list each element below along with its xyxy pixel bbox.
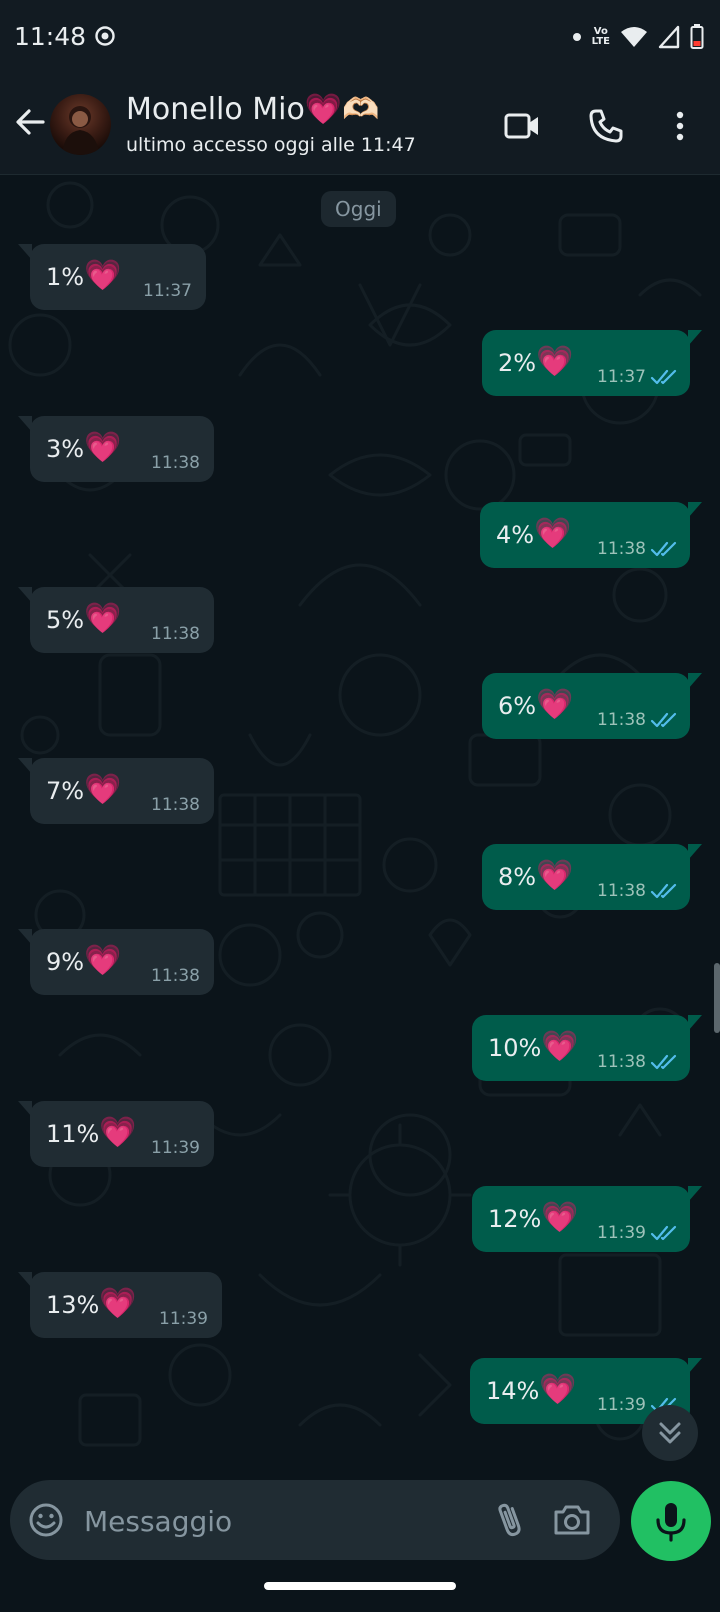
- emoji-icon[interactable]: [26, 1500, 66, 1540]
- heart-emoji: 💗: [536, 344, 574, 379]
- heart-emoji: 💗: [84, 772, 122, 807]
- message-time: 11:38: [151, 966, 200, 986]
- message-text: 8%💗: [498, 858, 574, 893]
- message-outgoing[interactable]: 6%💗 11:38: [482, 673, 702, 739]
- message-outgoing[interactable]: 10%💗 11:38: [472, 1015, 702, 1081]
- scrollbar-thumb[interactable]: [714, 963, 720, 1033]
- message-outgoing[interactable]: 4%💗 11:38: [480, 502, 702, 568]
- scroll-to-bottom-button[interactable]: [642, 1405, 698, 1461]
- message-time: 11:38: [151, 624, 200, 644]
- camera-icon[interactable]: [550, 1498, 594, 1542]
- message-incoming[interactable]: 11%💗 11:39: [18, 1101, 214, 1167]
- message-text: 4%💗: [496, 516, 572, 551]
- message-text: 11%💗: [46, 1115, 137, 1150]
- heart-emoji: 💗: [84, 258, 122, 293]
- message-time: 11:39: [597, 1395, 646, 1415]
- contact-name[interactable]: Monello Mio💗🫶🏻: [126, 92, 380, 127]
- battery-icon: [690, 24, 704, 49]
- message-text: 9%💗: [46, 943, 122, 978]
- message-composer: [10, 1480, 620, 1560]
- message-time: 11:37: [597, 367, 646, 387]
- dot-icon: [572, 33, 581, 41]
- heart-emoji: 💗: [541, 1200, 579, 1235]
- chat-area[interactable]: Oggi 1%💗 11:37 2%💗 11:37 3%💗 11:38 4%💗 1…: [0, 175, 720, 1477]
- phone-icon[interactable]: [584, 104, 628, 148]
- message-text: 2%💗: [498, 344, 574, 379]
- double-check-icon: [650, 712, 677, 728]
- message-time: 11:38: [597, 710, 646, 730]
- home-gesture-handle[interactable]: [264, 1582, 456, 1590]
- double-check-icon: [650, 1054, 677, 1070]
- message-text: 6%💗: [498, 687, 574, 722]
- chat-header: Monello Mio💗🫶🏻 ultimo accesso oggi alle …: [0, 78, 720, 175]
- heart-emoji: 💗: [534, 516, 572, 551]
- heart-emoji: 💗: [541, 1029, 579, 1064]
- message-input[interactable]: [82, 1498, 466, 1544]
- message-outgoing[interactable]: 8%💗 11:38: [482, 844, 702, 910]
- status-time: 11:48: [14, 22, 87, 51]
- back-arrow-icon[interactable]: [10, 102, 50, 142]
- message-text: 3%💗: [46, 430, 122, 465]
- message-text: 12%💗: [488, 1200, 579, 1235]
- message-time: 11:38: [597, 881, 646, 901]
- message-time: 11:38: [597, 1052, 646, 1072]
- double-check-icon: [650, 883, 677, 899]
- double-chevron-down-icon: [659, 1422, 681, 1444]
- volte-indicator: Vo LTE: [591, 26, 610, 47]
- message-text: 1%💗: [46, 258, 122, 293]
- wifi-icon: [621, 27, 647, 47]
- heart-emoji: 💗: [84, 601, 122, 636]
- system-navigation-bar: [0, 1566, 720, 1612]
- message-outgoing[interactable]: 2%💗 11:37: [482, 330, 702, 396]
- date-chip: Oggi: [321, 191, 396, 227]
- message-incoming[interactable]: 7%💗 11:38: [18, 758, 214, 824]
- message-incoming[interactable]: 1%💗 11:37: [18, 244, 206, 310]
- message-incoming[interactable]: 9%💗 11:38: [18, 929, 214, 995]
- heart-emoji: 💗: [539, 1372, 577, 1407]
- message-outgoing[interactable]: 12%💗 11:39: [472, 1186, 702, 1252]
- signal-icon: [658, 25, 680, 49]
- double-check-icon: [650, 541, 677, 557]
- message-text: 13%💗: [46, 1286, 137, 1321]
- mic-icon: [656, 1503, 686, 1542]
- message-time: 11:38: [151, 453, 200, 473]
- contact-last-seen: ultimo accesso oggi alle 11:47: [126, 134, 416, 156]
- message-time: 11:37: [143, 281, 192, 301]
- message-time: 11:38: [597, 539, 646, 559]
- double-check-icon: [650, 1225, 677, 1241]
- message-time: 11:38: [151, 795, 200, 815]
- message-text: 10%💗: [488, 1029, 579, 1064]
- avatar[interactable]: [50, 94, 111, 155]
- message-incoming[interactable]: 3%💗 11:38: [18, 416, 214, 482]
- message-incoming[interactable]: 5%💗 11:38: [18, 587, 214, 653]
- message-text: 14%💗: [486, 1372, 577, 1407]
- heart-emoji: 💗: [84, 943, 122, 978]
- heart-emoji: 💗: [536, 687, 574, 722]
- heart-emoji: 💗: [99, 1286, 137, 1321]
- message-text: 7%💗: [46, 772, 122, 807]
- video-call-icon[interactable]: [500, 104, 544, 148]
- attach-icon[interactable]: [488, 1498, 532, 1542]
- screen-record-icon: [95, 26, 115, 46]
- voice-message-button[interactable]: [631, 1481, 711, 1561]
- heart-emoji: 💗: [84, 430, 122, 465]
- status-bar: 11:48 Vo LTE: [0, 0, 720, 78]
- more-vertical-icon[interactable]: [658, 104, 702, 148]
- avatar-image: [62, 106, 100, 155]
- double-check-icon: [650, 369, 677, 385]
- message-time: 11:39: [151, 1138, 200, 1158]
- message-time: 11:39: [159, 1309, 208, 1329]
- message-time: 11:39: [597, 1223, 646, 1243]
- message-incoming[interactable]: 13%💗 11:39: [18, 1272, 222, 1338]
- heart-emoji: 💗: [99, 1115, 137, 1150]
- message-text: 5%💗: [46, 601, 122, 636]
- status-icons: Vo LTE: [572, 22, 704, 52]
- heart-emoji: 💗: [536, 858, 574, 893]
